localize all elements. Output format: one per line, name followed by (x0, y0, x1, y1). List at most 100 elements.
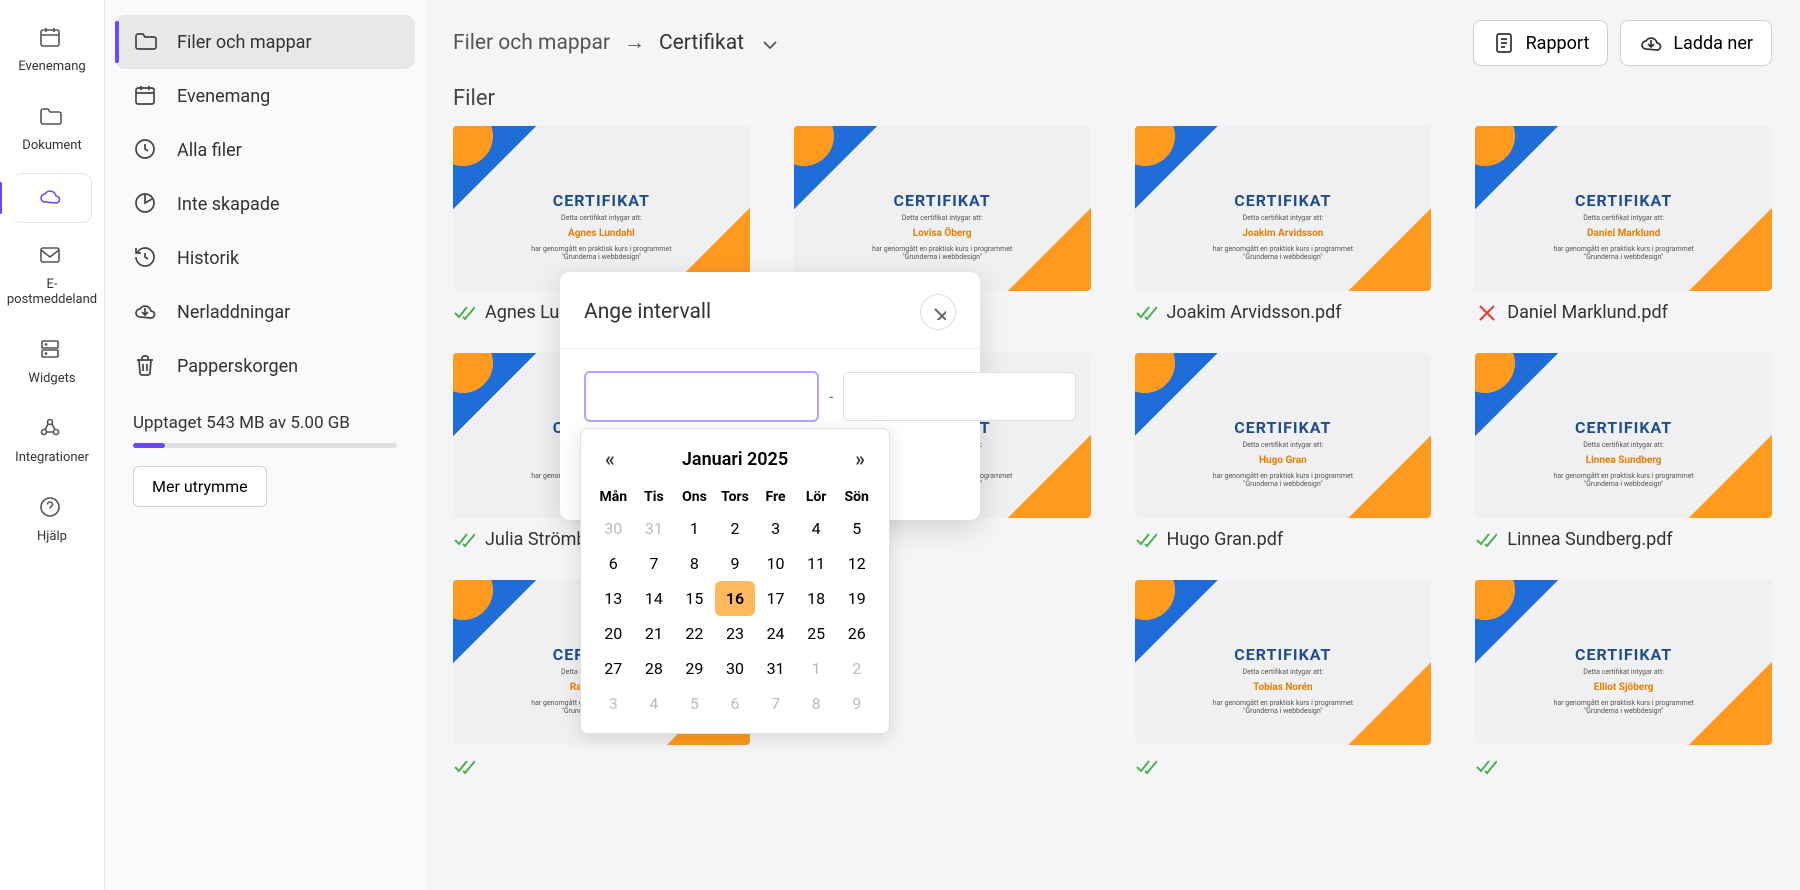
modal-title: Ange intervall (584, 300, 711, 324)
more-storage-button[interactable]: Mer utrymme (133, 466, 267, 507)
rail-item-widgets[interactable]: Widgets (12, 327, 92, 396)
double-check-icon (453, 528, 475, 550)
breadcrumb-root[interactable]: Filer och mappar (453, 31, 610, 55)
calendar-dow: Sön (836, 483, 877, 511)
breadcrumb-current[interactable]: Certifikat (659, 31, 744, 55)
chevron-down-icon[interactable] (758, 33, 778, 53)
range-start-input[interactable] (584, 371, 819, 422)
calendar-day[interactable]: 26 (836, 616, 877, 651)
calendar-day[interactable]: 7 (634, 546, 675, 581)
calendar-title[interactable]: Januari 2025 (682, 449, 788, 470)
rail-item-help[interactable]: Hjälp (12, 485, 92, 554)
calendar-day[interactable]: 12 (836, 546, 877, 581)
rail-item-email[interactable]: E-postmeddeland (12, 233, 92, 317)
sidebar-item-label: Evenemang (177, 86, 270, 107)
double-check-icon (1475, 528, 1497, 550)
calendar-day[interactable]: 8 (796, 686, 837, 721)
rail-item-events[interactable]: Evenemang (12, 15, 92, 84)
calendar-day[interactable]: 23 (715, 616, 756, 651)
calendar-day[interactable]: 29 (674, 651, 715, 686)
file-thumbnail: CERTIFIKAT Detta certifikat intygar att:… (453, 126, 750, 291)
download-icon (1639, 31, 1663, 55)
calendar-day[interactable]: 15 (674, 581, 715, 616)
sidebar-item-notcreated[interactable]: Inte skapade (115, 177, 415, 231)
file-card[interactable]: CERTIFIKAT Detta certifikat intygar att:… (1135, 580, 1432, 777)
calendar-day[interactable]: 13 (593, 581, 634, 616)
calendar-next-button[interactable]: » (849, 445, 871, 473)
calendar-day[interactable]: 19 (836, 581, 877, 616)
calendar-dow: Tis (634, 483, 675, 511)
file-card[interactable]: CERTIFIKAT Detta certifikat intygar att:… (1475, 353, 1772, 550)
integrations-icon (38, 416, 66, 444)
calendar-day[interactable]: 18 (796, 581, 837, 616)
rail-item-cloud[interactable] (12, 173, 92, 223)
report-button[interactable]: Rapport (1473, 20, 1609, 66)
calendar-day[interactable]: 31 (755, 651, 796, 686)
double-check-icon (1475, 755, 1497, 777)
file-thumbnail: CERTIFIKAT Detta certifikat intygar att:… (1475, 353, 1772, 518)
calendar-day[interactable]: 21 (634, 616, 675, 651)
sidebar-item-history[interactable]: Historik (115, 231, 415, 285)
section-title: Filer (453, 86, 1772, 111)
calendar-day[interactable]: 17 (755, 581, 796, 616)
calendar-day[interactable]: 6 (715, 686, 756, 721)
sidebar-item-label: Alla filer (177, 140, 242, 161)
storage-bar (133, 443, 397, 448)
calendar-day[interactable]: 31 (634, 511, 675, 546)
rail-label: Hjälp (37, 529, 67, 544)
calendar-day[interactable]: 4 (634, 686, 675, 721)
file-row (1135, 755, 1432, 777)
calendar-day[interactable]: 9 (836, 686, 877, 721)
calendar-day[interactable]: 11 (796, 546, 837, 581)
rail-item-docs[interactable]: Dokument (12, 94, 92, 163)
sidebar-item-label: Nerladdningar (177, 302, 290, 323)
calendar-day[interactable]: 5 (836, 511, 877, 546)
cloud-icon (38, 184, 66, 212)
calendar-day[interactable]: 7 (755, 686, 796, 721)
app-rail: Evenemang Dokument E-postmeddeland Widgets I… (0, 0, 105, 890)
rail-item-integrations[interactable]: Integrationer (12, 406, 92, 475)
calendar-day[interactable]: 5 (674, 686, 715, 721)
calendar-day[interactable]: 24 (755, 616, 796, 651)
double-check-icon (453, 755, 475, 777)
sidebar-item-all[interactable]: Alla filer (115, 123, 415, 177)
calendar-day[interactable]: 6 (593, 546, 634, 581)
calendar-day[interactable]: 1 (674, 511, 715, 546)
calendar-day[interactable]: 25 (796, 616, 837, 651)
file-card[interactable]: CERTIFIKAT Detta certifikat intygar att:… (1135, 353, 1432, 550)
file-card[interactable]: CERTIFIKAT Detta certifikat intygar att:… (1135, 126, 1432, 323)
calendar-day[interactable]: 2 (715, 511, 756, 546)
pie-icon (133, 191, 159, 217)
file-name: Agnes Lu (485, 302, 559, 323)
modal-close-button[interactable] (920, 294, 956, 330)
calendar-day[interactable]: 16 (715, 581, 756, 616)
calendar-day[interactable]: 14 (634, 581, 675, 616)
sidebar-item-files[interactable]: Filer och mappar (115, 15, 415, 69)
calendar-day[interactable]: 20 (593, 616, 634, 651)
file-card[interactable]: CERTIFIKAT Detta certifikat intygar att:… (1475, 580, 1772, 777)
file-card[interactable]: CERTIFIKAT Detta certifikat intygar att:… (1475, 126, 1772, 323)
calendar-day[interactable]: 28 (634, 651, 675, 686)
range-end-input[interactable] (843, 372, 1076, 421)
calendar-day[interactable]: 30 (593, 511, 634, 546)
download-button[interactable]: Ladda ner (1620, 20, 1772, 66)
calendar-day[interactable]: 2 (836, 651, 877, 686)
calendar-day[interactable]: 30 (715, 651, 756, 686)
calendar-day[interactable]: 27 (593, 651, 634, 686)
calendar-day[interactable]: 8 (674, 546, 715, 581)
calendar-day[interactable]: 9 (715, 546, 756, 581)
calendar-icon (133, 83, 159, 109)
rail-label: E-postmeddeland (7, 277, 97, 307)
calendar-day[interactable]: 4 (796, 511, 837, 546)
calendar-day[interactable]: 3 (755, 511, 796, 546)
calendar-day[interactable]: 3 (593, 686, 634, 721)
calendar-day[interactable]: 22 (674, 616, 715, 651)
file-name: Daniel Marklund.pdf (1507, 302, 1668, 323)
sidebar-item-events[interactable]: Evenemang (115, 69, 415, 123)
double-check-icon (1135, 301, 1157, 323)
sidebar-item-downloads[interactable]: Nerladdningar (115, 285, 415, 339)
sidebar-item-trash[interactable]: Papperskorgen (115, 339, 415, 393)
calendar-prev-button[interactable]: « (599, 445, 621, 473)
calendar-day[interactable]: 1 (796, 651, 837, 686)
calendar-day[interactable]: 10 (755, 546, 796, 581)
